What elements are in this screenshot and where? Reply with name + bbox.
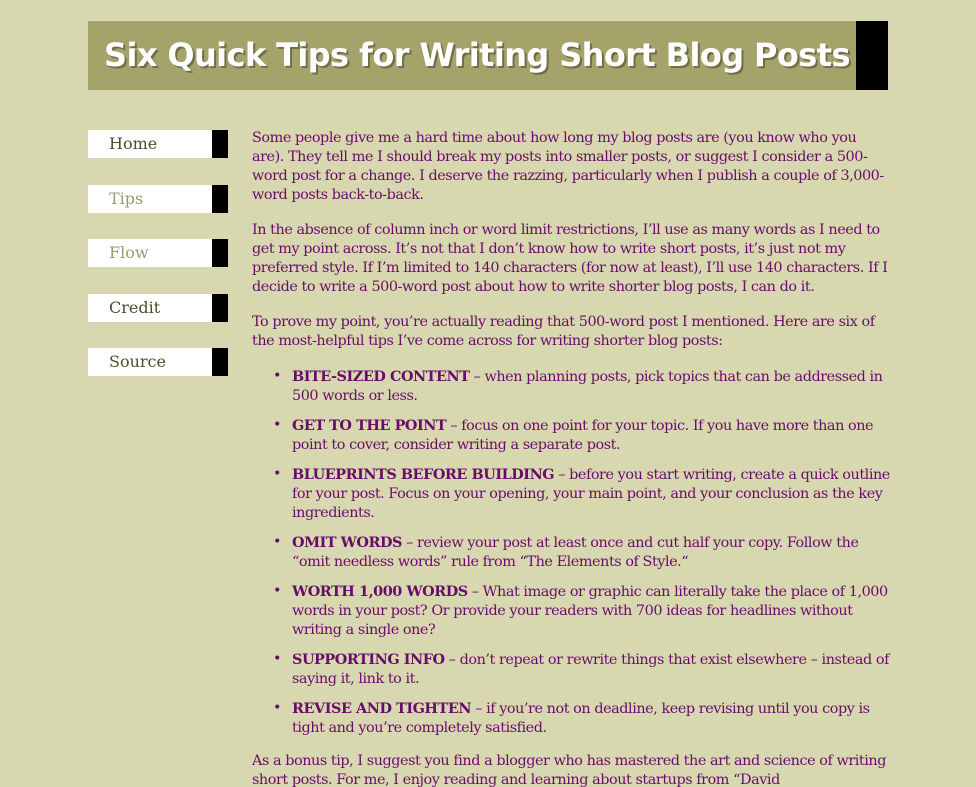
nav-item-flow[interactable]: Flow: [88, 239, 228, 267]
nav-item-tips[interactable]: Tips: [88, 184, 228, 213]
sidebar-nav: Home Tips Flow Credit Source: [88, 130, 228, 403]
tip-title: Bite-sized content: [292, 368, 470, 385]
nav-item-label: Tips: [109, 188, 144, 208]
article-body: Some people give me a hard time about ho…: [252, 129, 890, 787]
header-accent-block: [856, 21, 888, 90]
tip-title: Supporting info: [292, 651, 445, 668]
tip-item: • Revise and tighten – if you’re not on d…: [273, 699, 890, 738]
nav-item-label: Flow: [109, 243, 149, 262]
tip-item: • Supporting info – don’t repeat or rewri…: [273, 650, 890, 689]
bullet-icon: •: [273, 534, 282, 550]
nav-item-home[interactable]: Home: [88, 130, 228, 158]
header-banner: Six Quick Tips for Writing Short Blog Po…: [88, 21, 888, 90]
page-container: Six Quick Tips for Writing Short Blog Po…: [88, 21, 890, 787]
intro-paragraph: Some people give me a hard time about ho…: [252, 130, 884, 203]
nav-item-source[interactable]: Source: [88, 348, 228, 376]
nav-item-stripe: [212, 348, 228, 376]
tip-title: Revise and tighten: [292, 700, 472, 717]
page-title: Six Quick Tips for Writing Short Blog Po…: [104, 36, 850, 74]
tip-item: • Get to the point – focus on one point f…: [273, 416, 890, 455]
intro-paragraph: In the absence of column inch or word li…: [252, 222, 888, 295]
tip-item: • Bite-sized content – when planning post…: [273, 367, 890, 406]
tip-title: Get to the point: [292, 417, 447, 434]
tip-title: Blueprints before building: [292, 466, 555, 483]
nav-item-label: Source: [109, 352, 166, 371]
tip-item: • Blueprints before building – before you…: [273, 465, 890, 523]
nav-item-stripe: [212, 184, 228, 213]
tip-title: Worth 1,000 words: [292, 583, 468, 600]
tip-title: Omit words: [292, 534, 402, 551]
nav-item-label: Credit: [109, 297, 161, 317]
nav-item-label: Home: [109, 134, 158, 153]
bullet-icon: •: [273, 417, 282, 433]
tips-list: • Bite-sized content – when planning post…: [252, 367, 890, 738]
bullet-icon: •: [273, 368, 282, 384]
closing-paragraph: As a bonus tip, I suggest you find a blo…: [252, 753, 886, 787]
nav-item-stripe: [212, 130, 228, 158]
nav-item-stripe: [212, 239, 228, 267]
tip-item: • Omit words – review your post at least …: [273, 533, 890, 572]
bullet-icon: •: [273, 583, 282, 599]
bullet-icon: •: [273, 466, 282, 482]
tip-item: • Worth 1,000 words – What image or graph…: [273, 582, 890, 640]
intro-paragraph: To prove my point, you’re actually readi…: [252, 314, 875, 349]
nav-item-stripe: [212, 293, 228, 322]
nav-item-credit[interactable]: Credit: [88, 293, 228, 322]
bullet-icon: •: [273, 651, 282, 667]
bullet-icon: •: [273, 700, 282, 716]
